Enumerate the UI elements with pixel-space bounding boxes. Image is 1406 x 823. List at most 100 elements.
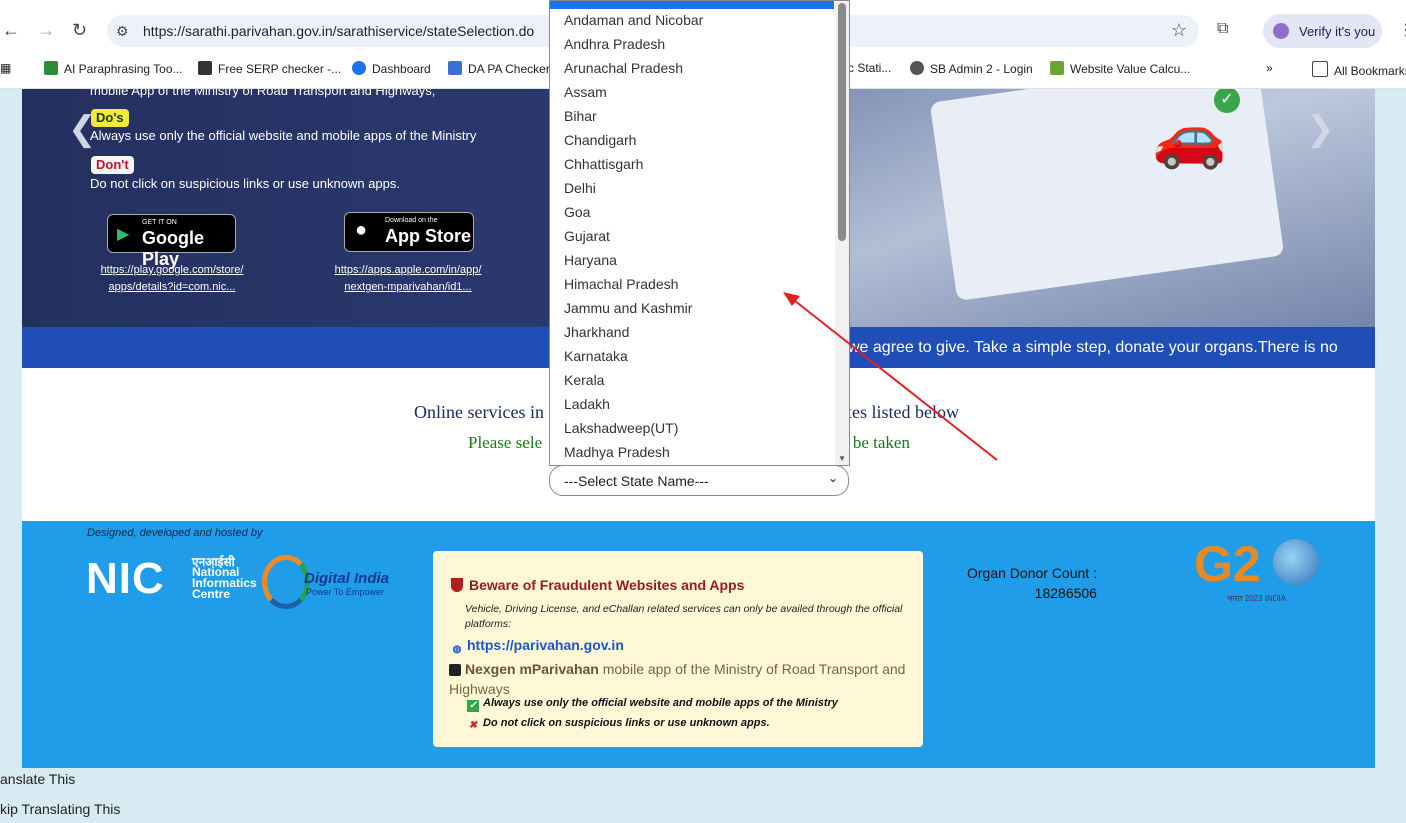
bookmark-label: AI Paraphrasing Too... xyxy=(64,62,183,76)
state-option[interactable]: Andhra Pradesh xyxy=(564,36,665,52)
state-option[interactable]: Gujarat xyxy=(564,228,610,244)
google-play-button[interactable]: ▶ GET IT ON Google Play xyxy=(107,214,236,269)
warning-title: Beware of Fraudulent Websites and Apps xyxy=(451,577,744,593)
nic-name-line: Centre xyxy=(192,587,231,601)
state-select-value: ---Select State Name--- xyxy=(564,473,709,489)
shield-icon xyxy=(451,578,463,592)
profile-verify-button[interactable]: Verify it's you xyxy=(1263,14,1382,48)
bookmark-favicon-icon xyxy=(448,61,462,75)
organ-donor-count: Organ Donor Count : 18286506 xyxy=(967,563,1097,603)
state-option[interactable]: Ladakh xyxy=(564,396,610,412)
dropdown-scrollbar[interactable]: ▼ xyxy=(835,1,849,465)
apple-big-label: App Store xyxy=(385,226,472,246)
g20-subtitle: भारत 2023 INDIA xyxy=(1227,594,1287,603)
bookmark-item[interactable]: c Stati... xyxy=(848,61,891,75)
skip-translate-link[interactable]: kip Translating This xyxy=(0,801,120,817)
star-icon[interactable]: ☆ xyxy=(1171,20,1187,41)
state-option[interactable]: Lakshadweep(UT) xyxy=(564,420,678,436)
donor-label: Organ Donor Count : xyxy=(967,565,1097,581)
globe-icon: ◍ xyxy=(452,644,462,655)
footer: Designed, developed and hosted by NIC एन… xyxy=(22,521,1375,768)
bookmark-label: Free SERP checker -... xyxy=(218,62,342,76)
dos-text: Always use only the official website and… xyxy=(90,128,477,143)
parivahan-link[interactable]: ◍ https://parivahan.gov.in xyxy=(451,637,624,656)
bookmark-favicon-icon xyxy=(198,61,212,75)
fraud-warning-box: Beware of Fraudulent Websites and Apps V… xyxy=(433,551,923,747)
digital-india-logo xyxy=(262,555,310,609)
reload-icon[interactable]: ↻ xyxy=(72,20,87,41)
nic-full-name: National Informatics Centre xyxy=(192,566,257,601)
banner-text-top: mobile App of the Ministry of Road Trans… xyxy=(90,89,436,98)
cross-icon: ✖ xyxy=(468,720,478,731)
intro-right: tates listed below xyxy=(833,402,959,422)
instruction-right: o be taken xyxy=(840,433,910,452)
carousel-next-icon[interactable]: ❯ xyxy=(1306,109,1335,149)
app-store-link[interactable]: https://apps.apple.com/in/app/ nextgen-m… xyxy=(318,262,498,296)
state-option[interactable]: Karnataka xyxy=(564,348,628,364)
bookmark-label: SB Admin 2 - Login xyxy=(930,62,1033,76)
forward-icon[interactable]: → xyxy=(37,20,55,41)
state-option[interactable]: Delhi xyxy=(564,180,596,196)
bookmark-item[interactable]: Free SERP checker -... xyxy=(198,61,341,76)
state-option[interactable]: Jammu and Kashmir xyxy=(564,300,692,316)
apple-link-line: https://apps.apple.com/in/app/ xyxy=(334,264,482,276)
site-info-icon[interactable]: ⚙ xyxy=(116,23,129,40)
state-option[interactable]: Arunachal Pradesh xyxy=(564,60,683,76)
mparivahan-name: Nexgen mParivahan xyxy=(465,661,599,677)
apple-icon: ● xyxy=(355,219,368,241)
ticker-text: we agree to give. Take a simple step, do… xyxy=(848,339,1338,356)
state-option[interactable]: Kerala xyxy=(564,372,604,388)
donts-tag: Don't xyxy=(91,156,134,174)
checkmark-icon: ✓ xyxy=(467,700,479,712)
menu-icon[interactable]: ⋮ xyxy=(1398,20,1406,40)
donts-text: Do not click on suspicious links or use … xyxy=(90,176,400,191)
bookmark-item[interactable]: AI Paraphrasing Too... xyxy=(44,61,183,76)
state-option[interactable]: Jharkhand xyxy=(564,324,629,340)
scroll-down-icon[interactable]: ▼ xyxy=(838,454,846,463)
instruction-left: Please sele xyxy=(468,433,543,452)
bookmark-item[interactable]: DA PA Checker xyxy=(448,61,550,76)
chevron-down-icon: ⌄ xyxy=(827,471,838,485)
bookmark-label: Dashboard xyxy=(372,62,431,76)
state-option[interactable]: Andaman and Nicobar xyxy=(564,12,703,28)
apple-small-label: Download on the xyxy=(385,217,438,224)
state-dropdown-list[interactable]: Andaman and Nicobar Andhra Pradesh Arunach… xyxy=(549,0,850,466)
google-play-link[interactable]: https://play.google.com/store/ apps/deta… xyxy=(84,262,260,296)
extensions-icon[interactable]: ⧉ xyxy=(1217,20,1228,38)
bookmark-label: c Stati... xyxy=(848,61,892,75)
state-option[interactable]: Madhya Pradesh xyxy=(564,444,670,460)
donts-item-text: Do not click on suspicious links or use … xyxy=(483,717,770,729)
state-option[interactable]: Assam xyxy=(564,84,607,100)
warning-title-text: Beware of Fraudulent Websites and Apps xyxy=(469,577,745,593)
avatar xyxy=(1273,23,1289,39)
state-option[interactable]: Bihar xyxy=(564,108,597,124)
bookmark-favicon-icon xyxy=(352,61,366,75)
play-icon: ▶ xyxy=(117,226,130,243)
state-option[interactable]: Goa xyxy=(564,204,590,220)
g20-logo: G2 xyxy=(1194,536,1261,592)
parivahan-link-text: https://parivahan.gov.in xyxy=(467,637,624,653)
bookmark-item[interactable]: SB Admin 2 - Login xyxy=(910,61,1033,76)
intro-left: Online services in xyxy=(414,402,544,422)
state-select[interactable]: ---Select State Name--- ⌄ xyxy=(549,465,849,496)
car-icon: 🚗 xyxy=(1152,103,1227,170)
apps-icon[interactable]: ▦ xyxy=(0,61,11,75)
all-bookmarks[interactable]: All Bookmarks xyxy=(1312,61,1406,78)
more-bookmarks-icon[interactable]: » xyxy=(1266,61,1273,75)
app-store-button[interactable]: ● Download on the App Store xyxy=(344,212,474,252)
apple-link-line: nextgen-mparivahan/id1... xyxy=(344,281,472,293)
mparivahan-info: Nexgen mParivahan mobile app of the Mini… xyxy=(449,659,919,699)
state-option[interactable]: Haryana xyxy=(564,252,617,268)
dropdown-selected-option[interactable] xyxy=(550,1,834,9)
back-icon[interactable]: ← xyxy=(2,20,20,41)
globe-icon xyxy=(1273,539,1319,585)
scrollbar-thumb[interactable] xyxy=(838,3,846,241)
bookmark-favicon-icon xyxy=(1050,61,1064,75)
state-option[interactable]: Himachal Pradesh xyxy=(564,276,678,292)
bookmark-item[interactable]: Dashboard xyxy=(352,61,431,76)
bookmark-item[interactable]: Website Value Calcu... xyxy=(1050,61,1190,76)
state-option[interactable]: Chandigarh xyxy=(564,132,636,148)
digital-india-tagline: Power To Empower xyxy=(306,587,384,597)
translate-link[interactable]: anslate This xyxy=(0,771,75,787)
state-option[interactable]: Chhattisgarh xyxy=(564,156,643,172)
